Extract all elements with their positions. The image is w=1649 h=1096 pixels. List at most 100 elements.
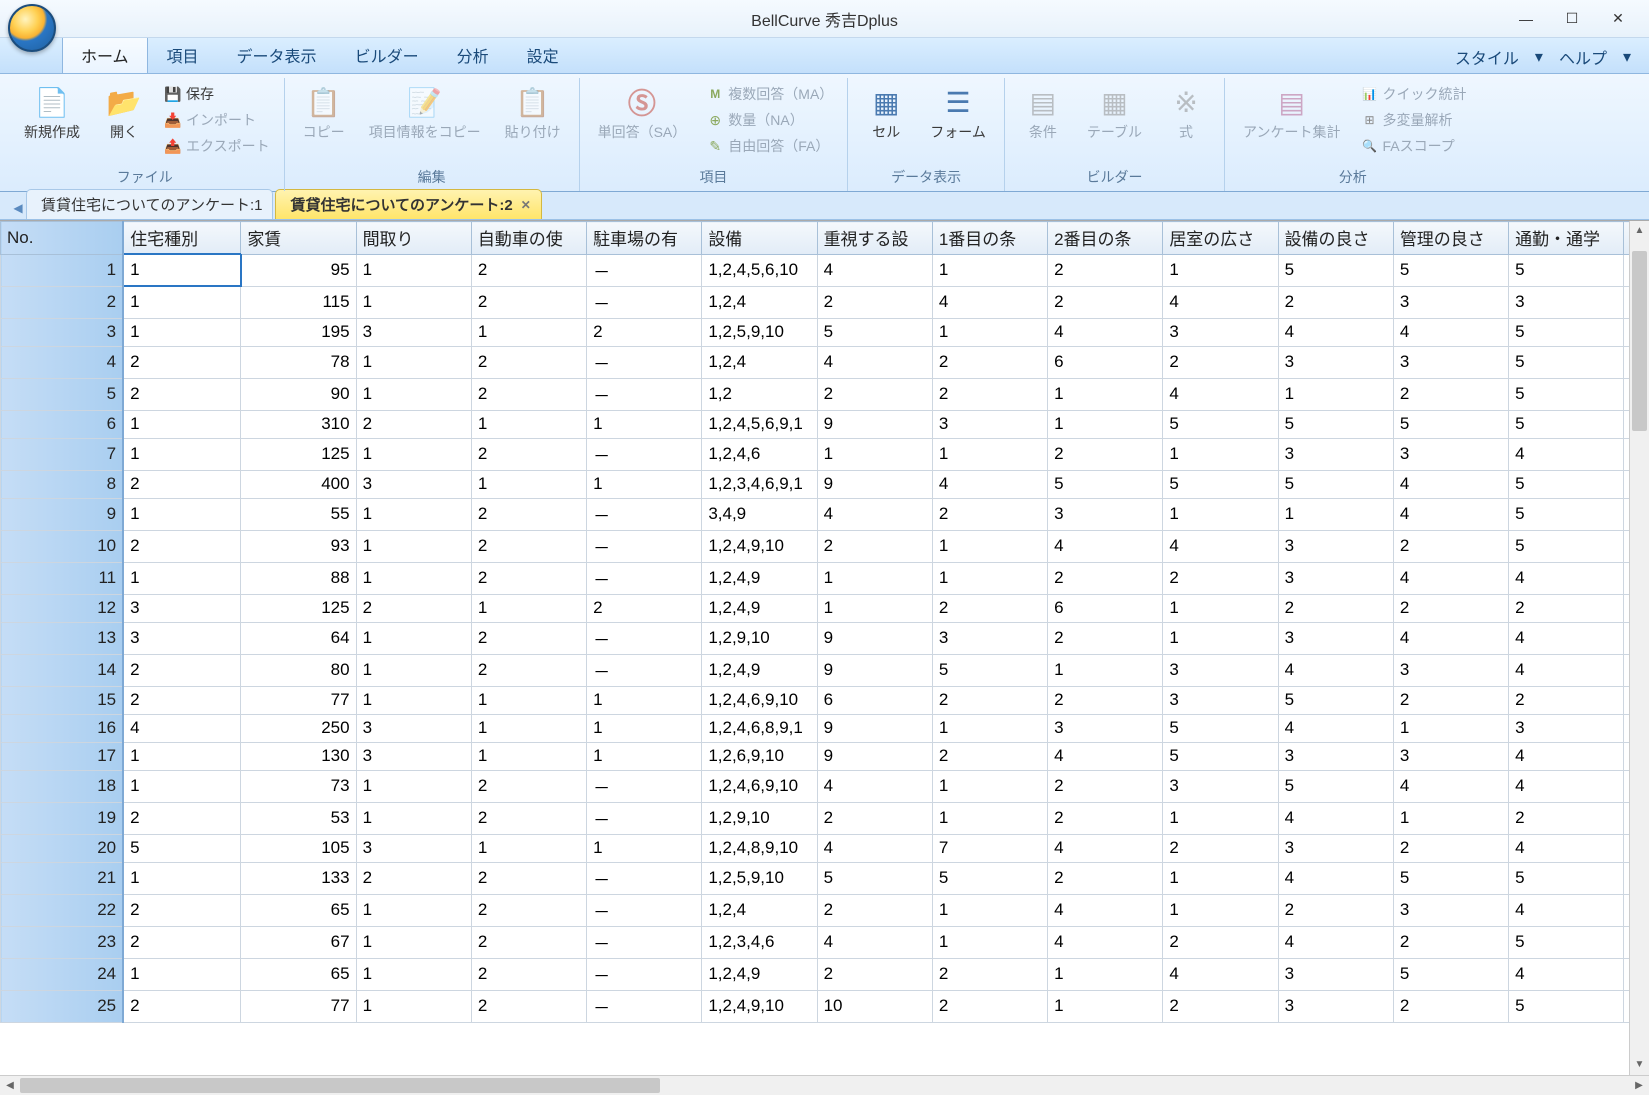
cell[interactable]: － [587, 802, 702, 834]
column-header[interactable]: 2番目の条 [1048, 222, 1163, 255]
cell[interactable]: 3 [1278, 346, 1393, 378]
cell[interactable]: 4 [1509, 562, 1624, 594]
row-number[interactable]: 3 [1, 318, 124, 346]
cell[interactable]: 3 [1048, 714, 1163, 742]
row-number[interactable]: 4 [1, 346, 124, 378]
cell[interactable]: 3 [1048, 498, 1163, 530]
cell[interactable]: 5 [1163, 470, 1278, 498]
cell[interactable]: 1 [817, 594, 932, 622]
cell[interactable]: 2 [123, 802, 241, 834]
cell[interactable]: 2 [932, 498, 1047, 530]
cell[interactable]: 5 [1278, 686, 1393, 714]
row-number[interactable]: 10 [1, 530, 124, 562]
cell[interactable]: 4 [1163, 286, 1278, 318]
menu-tab-2[interactable]: データ表示 [218, 34, 336, 73]
cell[interactable]: 5 [1509, 318, 1624, 346]
cell[interactable]: 4 [1393, 770, 1508, 802]
cell[interactable]: 310 [241, 410, 356, 438]
cell[interactable]: 2 [1278, 894, 1393, 926]
cond-button[interactable]: 条件 [1015, 80, 1071, 145]
row-number[interactable]: 2 [1, 286, 124, 318]
cell[interactable]: 1 [123, 742, 241, 770]
cell[interactable]: 65 [241, 894, 356, 926]
cell[interactable]: 4 [1393, 562, 1508, 594]
cell[interactable]: 2 [1509, 594, 1624, 622]
scroll-down-icon[interactable]: ▼ [1630, 1055, 1649, 1075]
cell[interactable]: 5 [1509, 378, 1624, 410]
qstat-button[interactable]: クイック統計 [1357, 82, 1471, 106]
cell[interactable]: 1 [123, 286, 241, 318]
cell[interactable]: 1 [587, 686, 702, 714]
table-row[interactable]: 311953121,2,5,9,105143445 [1, 318, 1649, 346]
cell[interactable]: 4 [1048, 834, 1163, 862]
cell[interactable]: 3,4,9 [702, 498, 817, 530]
cell[interactable]: 1 [471, 714, 586, 742]
cell[interactable]: 5 [1509, 530, 1624, 562]
maximize-button[interactable]: ☐ [1549, 4, 1595, 34]
cell[interactable]: 3 [1163, 654, 1278, 686]
cell[interactable]: 1 [356, 286, 471, 318]
cell[interactable]: － [587, 286, 702, 318]
cell[interactable]: 3 [1278, 438, 1393, 470]
open-button[interactable]: 開く [96, 80, 152, 145]
cell[interactable]: 5 [1509, 410, 1624, 438]
style-menu[interactable]: スタイル [1449, 41, 1525, 73]
cell[interactable]: 1 [356, 562, 471, 594]
scroll-left-icon[interactable]: ◀ [0, 1076, 20, 1095]
table-row[interactable]: 1642503111,2,4,6,8,9,19135413 [1, 714, 1649, 742]
cell[interactable]: 2 [1393, 530, 1508, 562]
cell[interactable]: 5 [1509, 862, 1624, 894]
cell[interactable]: 3 [1393, 654, 1508, 686]
cell[interactable]: 4 [932, 470, 1047, 498]
cell[interactable]: 5 [817, 862, 932, 894]
cell[interactable]: 4 [1509, 894, 1624, 926]
cell[interactable]: 2 [356, 862, 471, 894]
cell[interactable]: － [587, 958, 702, 990]
cell[interactable]: － [587, 378, 702, 410]
cell[interactable]: 2 [1163, 834, 1278, 862]
menu-tab-1[interactable]: 項目 [148, 34, 218, 73]
cell[interactable]: 2 [471, 346, 586, 378]
cell[interactable]: 9 [817, 654, 932, 686]
cell[interactable]: － [587, 654, 702, 686]
na-button[interactable]: 数量（NA） [702, 108, 837, 132]
cell[interactable]: 2 [1048, 254, 1163, 286]
row-number[interactable]: 15 [1, 686, 124, 714]
column-header[interactable]: 居室の広さ [1163, 222, 1278, 255]
cell[interactable]: 2 [471, 770, 586, 802]
cell[interactable]: 3 [1393, 286, 1508, 318]
doc-tab-1[interactable]: 賃貸住宅についてのアンケート:2✕ [275, 189, 541, 219]
minimize-button[interactable]: — [1503, 4, 1549, 34]
cell[interactable]: 1 [356, 498, 471, 530]
cell[interactable]: 90 [241, 378, 356, 410]
cell[interactable]: 3 [1393, 894, 1508, 926]
table-row[interactable]: 1336412－1,2,9,109321344 [1, 622, 1649, 654]
row-number[interactable]: 22 [1, 894, 124, 926]
cell[interactable]: 3 [1278, 958, 1393, 990]
cell[interactable]: 6 [1048, 594, 1163, 622]
cell[interactable]: 3 [356, 742, 471, 770]
cell[interactable]: 93 [241, 530, 356, 562]
cell[interactable]: 2 [123, 530, 241, 562]
cell[interactable]: 3 [1163, 770, 1278, 802]
scroll-up-icon[interactable]: ▲ [1630, 221, 1649, 241]
cell[interactable]: 4 [1278, 802, 1393, 834]
table-row[interactable]: 1428012－1,2,4,99513434 [1, 654, 1649, 686]
row-number[interactable]: 20 [1, 834, 124, 862]
cell[interactable]: 5 [1163, 410, 1278, 438]
table-row[interactable]: 1118812－1,2,4,91122344 [1, 562, 1649, 594]
cell[interactable]: － [587, 770, 702, 802]
column-header[interactable]: 設備の良さ [1278, 222, 1393, 255]
cell[interactable]: 2 [471, 286, 586, 318]
help-menu[interactable]: ヘルプ [1553, 41, 1613, 73]
cell[interactable]: 130 [241, 742, 356, 770]
cell[interactable]: 105 [241, 834, 356, 862]
cell[interactable]: 5 [1163, 714, 1278, 742]
cell[interactable]: 1 [932, 254, 1047, 286]
cell[interactable]: － [587, 498, 702, 530]
cell[interactable]: 1 [1048, 958, 1163, 990]
cell[interactable]: 1 [471, 470, 586, 498]
cell[interactable]: 2 [817, 286, 932, 318]
cell[interactable]: 1 [1163, 802, 1278, 834]
cell[interactable]: 115 [241, 286, 356, 318]
